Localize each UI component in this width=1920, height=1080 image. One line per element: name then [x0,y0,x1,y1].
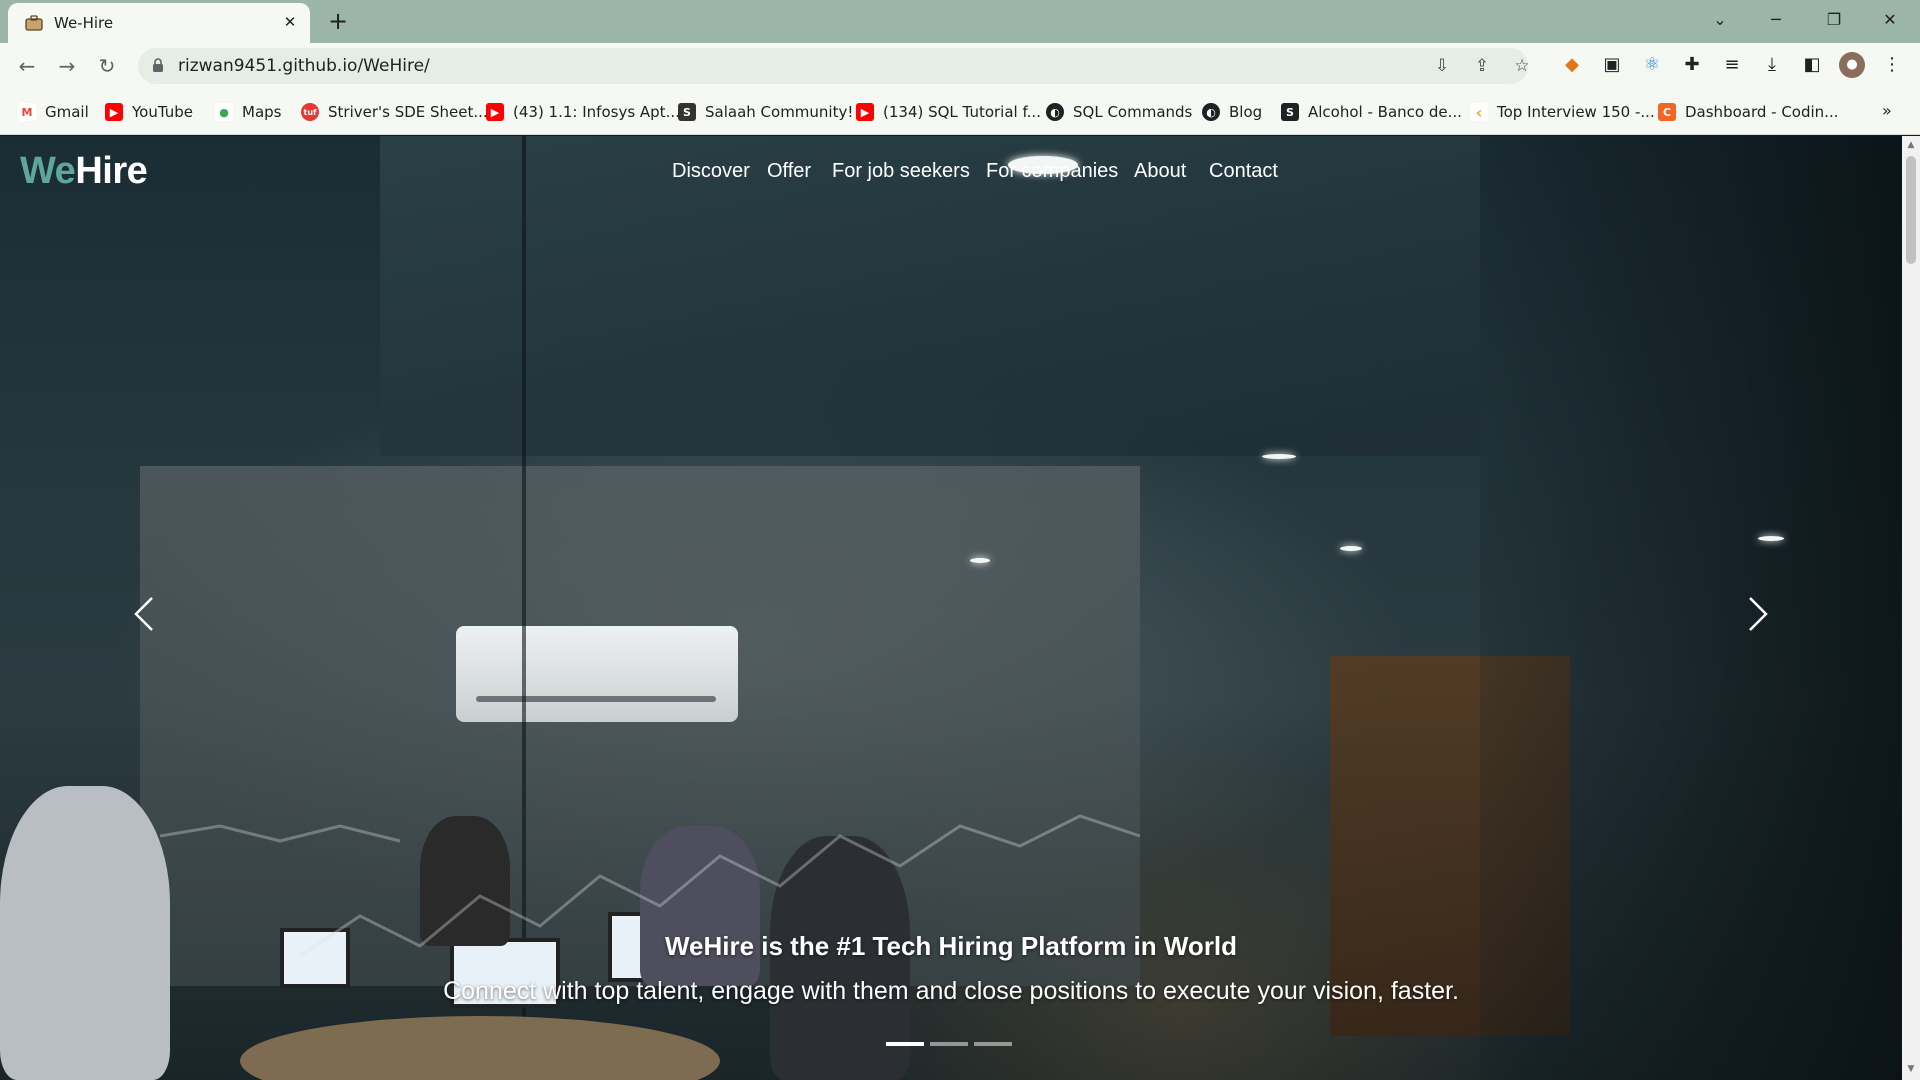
nav-discover[interactable]: Discover [672,160,750,183]
carousel-indicator-3[interactable] [974,1042,1012,1046]
bookmark-label: (134) SQL Tutorial f... [883,103,1041,121]
browser-tab-active[interactable]: We-Hire ✕ [8,3,310,43]
leetcode-icon: ‹ [1470,103,1488,122]
browser-toolbar: ← → ↻ rizwan9451.github.io/WeHire/ ⇩ ⇪ ☆… [0,43,1920,89]
url-text[interactable]: rizwan9451.github.io/WeHire/ [178,56,430,76]
side-panel-icon[interactable]: ◧ [1799,52,1825,78]
bookmark-star-icon[interactable]: ☆ [1510,54,1534,78]
address-bar[interactable]: rizwan9451.github.io/WeHire/ ⇩ ⇪ ☆ [138,48,1530,84]
bookmark-sql-tutorial[interactable]: ▶ (134) SQL Tutorial f... [856,101,1041,123]
page-scrollbar[interactable]: ▲ ▼ [1902,136,1920,1080]
bookmark-label: Alcohol - Banco de... [1308,103,1462,121]
logo-we: We [20,150,76,192]
tab-title: We-Hire [54,14,114,32]
install-app-icon[interactable]: ⇩ [1430,54,1454,78]
bookmark-label: Dashboard - Codin... [1685,103,1839,121]
carousel-indicator-1[interactable] [886,1042,924,1046]
bookmark-salaah[interactable]: S Salaah Community! [678,101,853,123]
youtube-icon: ▶ [856,103,874,121]
scroll-down-icon[interactable]: ▼ [1906,1064,1916,1074]
forward-button[interactable]: → [53,52,81,80]
hero-subheadline: Connect with top talent, engage with the… [443,977,1459,1005]
bookmark-label: SQL Commands [1073,103,1193,121]
carousel-next-icon[interactable] [1738,584,1778,644]
carousel-indicator-2[interactable] [930,1042,968,1046]
bookmark-striver[interactable]: tuf Striver's SDE Sheet... [301,101,488,123]
bookmark-top-interview[interactable]: ‹ Top Interview 150 -... [1470,101,1655,123]
logo-hire: Hire [75,150,148,192]
profile-avatar[interactable]: ● [1839,52,1865,78]
react-devtools-icon[interactable]: ⚛ [1639,52,1665,78]
bookmark-maps[interactable]: ● Maps [215,101,281,123]
gmail-icon: M [18,103,36,121]
bookmark-dashboard[interactable]: C Dashboard - Codin... [1658,101,1838,123]
nav-offer[interactable]: Offer [767,160,811,183]
wehire-logo[interactable]: WeHire [20,150,148,193]
new-tab-button[interactable]: + [325,8,351,34]
metamask-extension-icon[interactable]: ◆ [1559,52,1585,78]
downloads-icon[interactable]: ⤓ [1759,52,1785,78]
scroll-up-icon[interactable]: ▲ [1906,140,1916,150]
browser-menu-icon[interactable]: ⋮ [1879,52,1905,78]
restore-button[interactable]: ❐ [1814,6,1854,34]
close-tab-icon[interactable]: ✕ [280,12,300,32]
reload-button[interactable]: ↻ [93,52,121,80]
hero-headline: WeHire is the #1 Tech Hiring Platform in… [664,931,1238,961]
close-window-button[interactable]: ✕ [1870,6,1910,34]
hero-carousel-slide: WeHire Discover Offer For job seekers Fo… [0,136,1902,1080]
bookmark-label: Salaah Community! [705,103,854,121]
extensions-puzzle-icon[interactable]: ✚ [1679,52,1705,78]
bookmark-label: YouTube [132,103,193,121]
globe-icon: ◐ [1202,103,1220,121]
salaah-icon: S [678,103,696,121]
globe-icon: ◐ [1046,103,1064,121]
tab-search-icon[interactable]: ⌄ [1700,6,1740,34]
nav-for-companies[interactable]: For companies [986,160,1118,183]
page-viewport: WeHire Discover Offer For job seekers Fo… [0,136,1902,1080]
s-logo-icon: S [1281,103,1299,121]
bookmark-sql-commands[interactable]: ◐ SQL Commands [1046,101,1192,123]
bookmarks-bar: M Gmail ▶ YouTube ● Maps tuf Striver's S… [0,89,1920,135]
maps-pin-icon: ● [215,103,233,121]
nav-for-job-seekers[interactable]: For job seekers [832,160,970,183]
youtube-icon: ▶ [486,103,504,121]
bookmark-gmail[interactable]: M Gmail [18,101,89,123]
bookmark-blog[interactable]: ◐ Blog [1202,101,1262,123]
bookmark-label: Striver's SDE Sheet... [328,103,488,121]
nav-about[interactable]: About [1134,160,1186,183]
bookmark-youtube[interactable]: ▶ YouTube [105,101,193,123]
briefcase-icon [25,15,43,31]
minimize-button[interactable]: ─ [1756,6,1796,34]
bookmark-label: Top Interview 150 -... [1497,103,1655,121]
bookmark-label: Gmail [45,103,89,121]
media-control-icon[interactable]: ≡ [1719,52,1745,78]
coding-ninjas-icon: C [1658,103,1676,121]
carousel-prev-icon[interactable] [124,584,164,644]
scrollbar-thumb[interactable] [1906,156,1916,264]
bookmark-label: Blog [1229,103,1263,121]
bookmark-label: (43) 1.1: Infosys Apt... [513,103,680,121]
back-button[interactable]: ← [13,52,41,80]
youtube-icon: ▶ [105,103,123,121]
tuf-icon: tuf [301,103,319,121]
nav-contact[interactable]: Contact [1209,160,1278,183]
bookmark-alcohol[interactable]: S Alcohol - Banco de... [1281,101,1462,123]
lock-icon[interactable] [152,58,164,73]
bookmark-label: Maps [242,103,282,121]
share-icon[interactable]: ⇪ [1470,54,1494,78]
bookmark-infosys[interactable]: ▶ (43) 1.1: Infosys Apt... [486,101,680,123]
browser-tabstrip: We-Hire ✕ + ⌄ ─ ❐ ✕ [0,0,1920,43]
more-bookmarks-icon[interactable]: » [1882,101,1892,120]
picture-in-picture-icon[interactable]: ▣ [1599,52,1625,78]
